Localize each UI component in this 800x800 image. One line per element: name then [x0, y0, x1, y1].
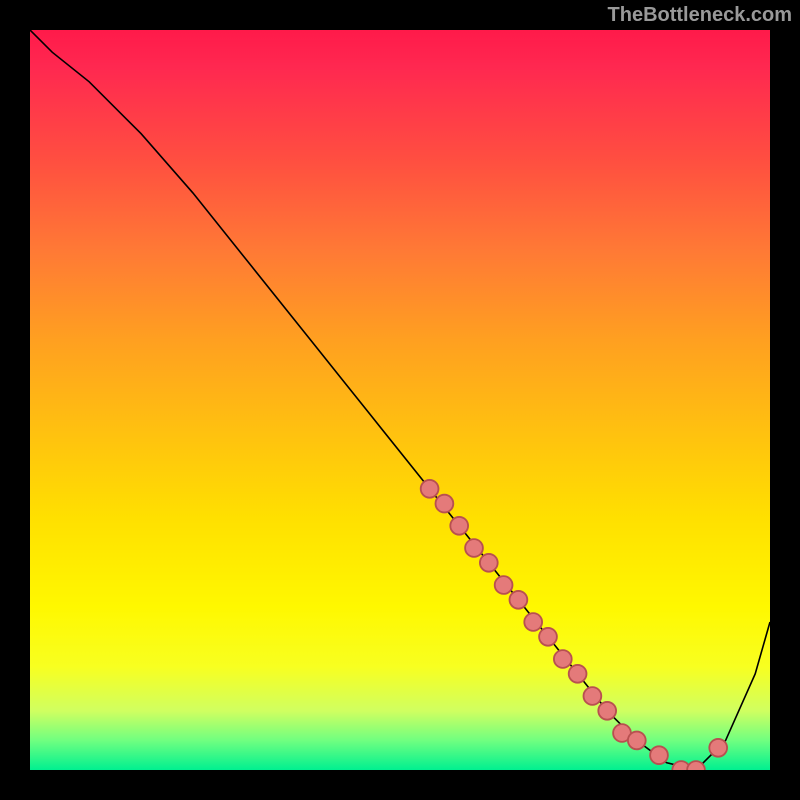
marker-point — [465, 539, 483, 557]
marker-point — [524, 613, 542, 631]
marker-point — [584, 687, 602, 705]
bottleneck-chart — [30, 30, 770, 770]
marker-point — [598, 702, 616, 720]
marker-point — [687, 761, 705, 770]
chart-svg — [30, 30, 770, 770]
marker-point — [421, 480, 439, 498]
marker-point — [510, 591, 528, 609]
marker-point — [569, 665, 587, 683]
marker-point — [539, 628, 557, 646]
marker-point — [650, 746, 668, 764]
attribution-label: TheBottleneck.com — [608, 4, 792, 27]
marker-point — [628, 732, 646, 750]
page-frame: TheBottleneck.com — [0, 0, 800, 800]
marker-group — [421, 480, 727, 770]
marker-point — [450, 517, 468, 535]
marker-point — [495, 576, 513, 594]
bottleneck-curve-line — [30, 30, 770, 770]
marker-point — [480, 554, 498, 572]
marker-point — [436, 495, 454, 513]
marker-point — [709, 739, 727, 757]
marker-point — [554, 650, 572, 668]
